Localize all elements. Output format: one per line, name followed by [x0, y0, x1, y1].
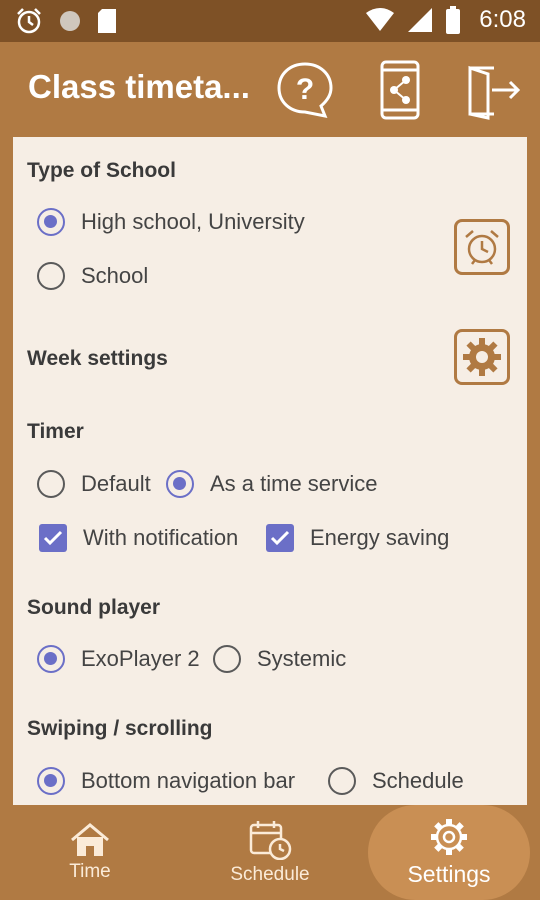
- status-bar: 6:08: [0, 0, 540, 42]
- radio-selected-icon[interactable]: [37, 208, 65, 236]
- section-title-school-type: Type of School: [27, 159, 176, 182]
- nav-label-settings: Settings: [407, 861, 491, 887]
- nav-label-schedule: Schedule: [230, 863, 310, 885]
- alarm-clock-icon: [17, 8, 41, 34]
- radio-option-default[interactable]: Default: [37, 470, 151, 498]
- week-settings-button[interactable]: [454, 329, 510, 385]
- calendar-clock-icon: [249, 820, 292, 860]
- help-bubble-icon[interactable]: ?: [275, 60, 335, 120]
- radio-label: Bottom navigation bar: [81, 768, 296, 793]
- radio-unselected-icon[interactable]: [37, 262, 65, 290]
- section-title-week-settings: Week settings: [27, 347, 168, 370]
- nav-item-time[interactable]: Time: [40, 805, 140, 900]
- radio-label: Schedule: [372, 768, 464, 793]
- checkbox-label: With notification: [83, 525, 239, 550]
- checkbox-energy-saving[interactable]: Energy saving: [266, 524, 449, 552]
- checkbox-checked-icon[interactable]: [39, 524, 67, 552]
- home-icon: [71, 822, 109, 856]
- radio-selected-icon[interactable]: [37, 645, 65, 673]
- status-time: 6:08: [479, 6, 526, 33]
- nav-label-time: Time: [69, 860, 111, 882]
- checkbox-checked-icon[interactable]: [266, 524, 294, 552]
- alarm-button[interactable]: [454, 219, 510, 275]
- radio-label: ExoPlayer 2: [81, 646, 200, 671]
- radio-unselected-icon[interactable]: [213, 645, 241, 673]
- bottom-navigation: Time Schedule Settings: [0, 805, 540, 900]
- radio-label: School: [81, 263, 149, 288]
- checkbox-label: Energy saving: [310, 525, 450, 550]
- radio-label: Default: [81, 471, 151, 496]
- radio-option-bottom-navigation-bar[interactable]: Bottom navigation bar: [37, 767, 295, 795]
- nav-item-settings[interactable]: Settings: [368, 805, 530, 900]
- signal-icon: [408, 8, 433, 32]
- gear-icon: [463, 338, 501, 376]
- page-title: Class timeta...: [28, 68, 250, 105]
- radio-label: High school, University: [81, 209, 305, 234]
- radio-option-exoplayer[interactable]: ExoPlayer 2: [37, 645, 200, 673]
- radio-label: As a time service: [210, 471, 378, 496]
- section-title-sound-player: Sound player: [27, 596, 161, 619]
- radio-option-schedule[interactable]: Schedule: [328, 767, 464, 795]
- circle-icon: [60, 11, 80, 31]
- radio-selected-icon[interactable]: [166, 470, 194, 498]
- wifi-icon: [366, 8, 395, 31]
- checkbox-with-notification[interactable]: With notification: [39, 524, 238, 552]
- app-bar: Class timeta... ?: [0, 42, 540, 137]
- radio-option-high-school-university[interactable]: High school, University: [37, 208, 305, 236]
- radio-selected-icon[interactable]: [37, 767, 65, 795]
- exit-door-icon[interactable]: [462, 60, 522, 120]
- sd-card-icon: [98, 9, 116, 33]
- svg-text:?: ?: [296, 73, 314, 106]
- radio-unselected-icon[interactable]: [37, 470, 65, 498]
- battery-icon: [446, 6, 461, 34]
- settings-panel: Type of School High school, University S…: [13, 137, 527, 805]
- nav-item-schedule[interactable]: Schedule: [210, 805, 330, 900]
- radio-option-time-service[interactable]: As a time service: [166, 470, 378, 498]
- gear-icon: [431, 819, 467, 855]
- radio-option-school[interactable]: School: [37, 262, 148, 290]
- radio-label: Systemic: [257, 646, 347, 671]
- section-title-timer: Timer: [27, 420, 84, 443]
- radio-option-systemic[interactable]: Systemic: [213, 645, 346, 673]
- radio-unselected-icon[interactable]: [328, 767, 356, 795]
- share-phone-icon[interactable]: [370, 60, 430, 120]
- alarm-clock-icon: [465, 230, 499, 265]
- section-title-swiping-scrolling: Swiping / scrolling: [27, 717, 213, 740]
